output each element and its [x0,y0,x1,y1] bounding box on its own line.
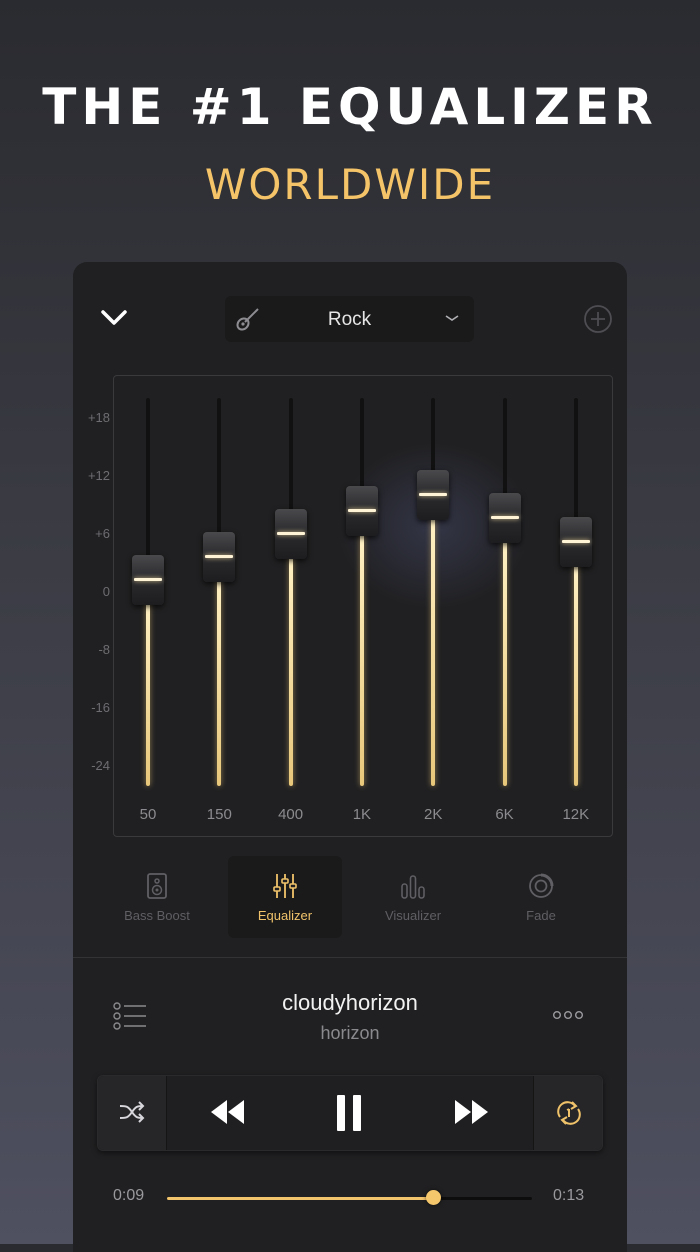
tab-fade[interactable]: Fade [484,856,598,938]
fade-ring-icon [529,873,554,898]
more-options-icon[interactable] [553,1010,583,1020]
knob-indicator [276,531,305,535]
frequency-label: 12K [562,806,590,823]
remaining-time: 0:13 [553,1187,585,1204]
elapsed-time: 0:09 [113,1187,145,1204]
sliders-icon [273,874,297,898]
knob-indicator [205,555,234,559]
slider-knob[interactable] [132,555,164,606]
slider-knob[interactable] [345,485,378,536]
track-title: cloudyhorizon [282,990,418,1015]
equalizer-panel: Rock +18 +12 +6 0 -8 -16 -24 50 150 400 1K 2K 6K 12K … [73,262,627,1252]
speaker-icon [147,873,167,899]
dropdown-chevron-icon [445,315,459,321]
shuffle-icon [119,1101,145,1123]
frequency-label: 400 [278,806,304,823]
headline-title: THE #1 EQUALIZER [42,78,658,136]
slider-knob[interactable] [274,508,307,559]
slider-fill [502,538,507,786]
db-scale-label: 0 [102,584,110,599]
db-scale-label: -24 [91,758,110,773]
equalizer-graph: +18 +12 +6 0 -8 -16 -24 50 150 400 1K 2K 6K 12K [88,375,613,837]
slider-knob[interactable] [559,516,592,567]
progress-thumb[interactable] [426,1190,442,1205]
preset-selector[interactable]: Rock [225,296,474,342]
fast-forward-icon[interactable] [453,1094,489,1130]
knob-indicator [134,578,162,582]
pause-icon[interactable] [334,1094,364,1132]
track-artist: horizon [320,1023,380,1043]
db-scale-label: +18 [87,410,110,425]
preset-name: Rock [327,309,372,330]
shuffle-button[interactable] [98,1076,167,1150]
rewind-icon[interactable] [210,1094,246,1130]
knob-indicator [347,508,376,512]
tab-label: Fade [526,908,556,923]
knob-indicator [419,493,448,496]
divider [73,957,627,958]
tab-label: Visualizer [384,908,442,923]
tab-visualizer[interactable]: Visualizer [356,856,470,938]
bars-icon [401,875,425,899]
frequency-label: 50 [139,806,157,823]
frequency-label: 2K [424,806,443,823]
headline-subtitle: WORLDWIDE [204,160,496,209]
slider-fill [573,561,578,786]
repeat-one-icon [557,1101,581,1125]
tab-equalizer[interactable]: Equalizer [228,856,342,938]
db-scale-label: +6 [95,526,110,541]
frequency-label: 1K [352,806,372,823]
add-preset-icon[interactable] [583,304,613,334]
db-scale-label: +12 [87,468,110,483]
slider-fill [146,600,150,786]
tab-label: Equalizer [257,908,313,923]
frequency-label: 150 [206,806,232,823]
playback-controls [97,1075,603,1151]
collapse-chevron-icon[interactable] [99,306,129,330]
slider-fill [431,515,436,786]
effects-tabbar: Bass Boost Equalizer Visualizer Fade [73,856,627,940]
repeat-one-button[interactable] [533,1076,602,1150]
slider-fill [288,553,293,786]
frequency-label: 6K [495,806,514,823]
slider-fill [217,577,222,786]
tab-bass-boost[interactable]: Bass Boost [100,856,214,938]
slider-knob[interactable] [203,532,236,583]
knob-indicator [561,539,590,543]
db-scale-label: -16 [91,700,110,715]
db-scale-label: -8 [98,642,110,657]
slider-knob[interactable] [488,493,521,544]
tab-label: Bass Boost [124,908,190,923]
knob-indicator [490,516,519,520]
slider-fill [359,530,364,786]
progress-fill [167,1197,434,1200]
slider-knob[interactable] [417,470,450,520]
